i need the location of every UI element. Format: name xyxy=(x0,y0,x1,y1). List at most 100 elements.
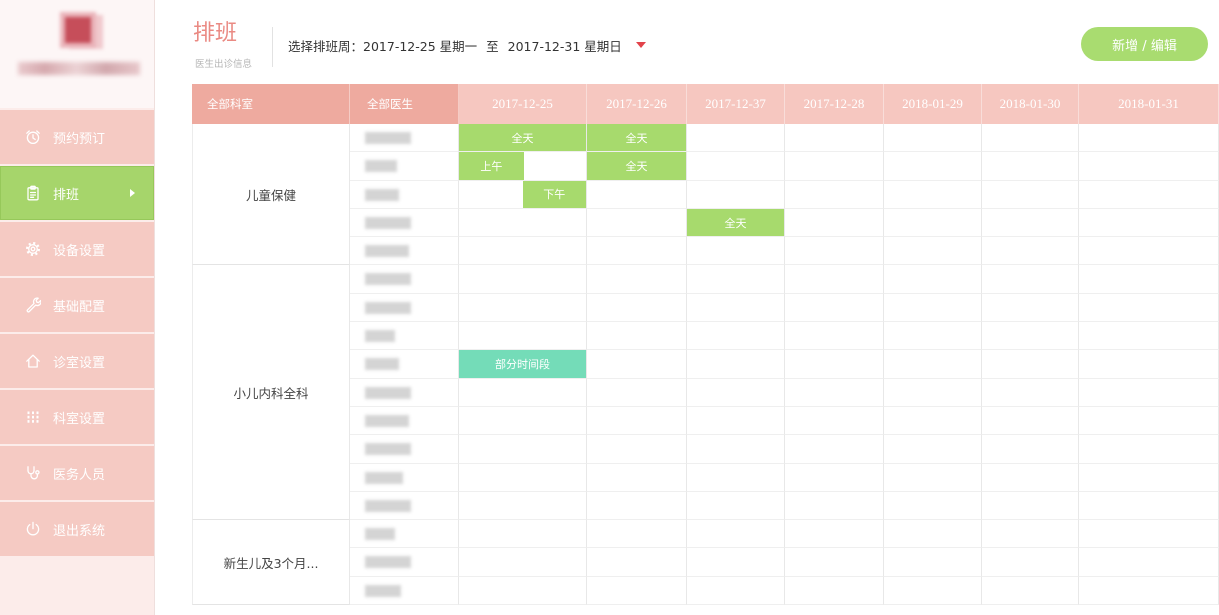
sidebar-item-logout[interactable]: 退出系统 xyxy=(0,502,154,556)
schedule-cell[interactable] xyxy=(1079,463,1219,492)
schedule-cell[interactable] xyxy=(687,406,785,436)
schedule-cell[interactable] xyxy=(884,576,982,606)
schedule-cell[interactable] xyxy=(1079,520,1219,549)
schedule-cell[interactable] xyxy=(687,322,785,351)
schedule-cell[interactable] xyxy=(459,491,587,521)
schedule-cell[interactable] xyxy=(884,237,982,266)
schedule-cell[interactable] xyxy=(687,548,785,577)
schedule-cell[interactable] xyxy=(785,152,884,181)
schedule-cell[interactable] xyxy=(687,180,785,209)
schedule-cell[interactable] xyxy=(587,463,687,492)
schedule-cell[interactable] xyxy=(687,378,785,407)
schedule-cell[interactable]: 全天 xyxy=(459,124,587,153)
schedule-cell[interactable] xyxy=(459,435,587,464)
schedule-cell[interactable]: 部分时间段 xyxy=(459,350,587,379)
schedule-cell[interactable] xyxy=(687,463,785,492)
schedule-cell[interactable] xyxy=(687,152,785,181)
schedule-cell[interactable] xyxy=(982,491,1079,521)
sidebar-item-basic-config[interactable]: 基础配置 xyxy=(0,278,154,332)
schedule-cell[interactable] xyxy=(884,293,982,323)
schedule-cell[interactable] xyxy=(1079,180,1219,209)
schedule-cell[interactable] xyxy=(1079,406,1219,436)
schedule-cell[interactable] xyxy=(459,520,587,549)
week-selector[interactable]: 选择排班周： 2017-12-25 星期一 至 2017-12-31 星期日 xyxy=(288,36,646,54)
schedule-cell[interactable] xyxy=(884,350,982,379)
dropdown-caret-icon[interactable] xyxy=(635,42,646,48)
schedule-cell[interactable] xyxy=(884,322,982,351)
sidebar-item-clinic-rooms[interactable]: 诊室设置 xyxy=(0,334,154,388)
schedule-cell[interactable] xyxy=(785,293,884,323)
schedule-cell[interactable] xyxy=(982,463,1079,492)
schedule-cell[interactable] xyxy=(1079,237,1219,266)
schedule-cell[interactable] xyxy=(982,237,1079,266)
schedule-cell[interactable] xyxy=(785,180,884,209)
schedule-cell[interactable] xyxy=(687,124,785,153)
schedule-cell[interactable] xyxy=(459,208,587,238)
add-edit-button[interactable]: 新增 / 编辑 xyxy=(1081,27,1208,61)
schedule-cell[interactable] xyxy=(587,576,687,606)
schedule-cell[interactable] xyxy=(785,208,884,238)
schedule-cell[interactable] xyxy=(785,378,884,407)
schedule-cell[interactable] xyxy=(1079,435,1219,464)
schedule-cell[interactable] xyxy=(459,548,587,577)
schedule-cell[interactable] xyxy=(587,322,687,351)
schedule-cell[interactable] xyxy=(1079,208,1219,238)
department-filter-header[interactable]: 全部科室 xyxy=(192,84,350,124)
schedule-cell[interactable] xyxy=(587,435,687,464)
shift-block[interactable]: 部分时间段 xyxy=(459,350,586,378)
schedule-cell[interactable] xyxy=(982,520,1079,549)
schedule-cell[interactable] xyxy=(884,378,982,407)
schedule-cell[interactable] xyxy=(884,208,982,238)
schedule-cell[interactable] xyxy=(982,350,1079,379)
schedule-cell[interactable] xyxy=(1079,548,1219,577)
schedule-cell[interactable] xyxy=(982,180,1079,209)
schedule-cell[interactable] xyxy=(785,463,884,492)
schedule-cell[interactable] xyxy=(687,350,785,379)
schedule-cell[interactable] xyxy=(459,406,587,436)
schedule-cell[interactable] xyxy=(587,378,687,407)
schedule-cell[interactable] xyxy=(587,293,687,323)
schedule-cell[interactable] xyxy=(982,548,1079,577)
shift-block[interactable]: 上午 xyxy=(459,152,524,180)
schedule-cell[interactable] xyxy=(459,576,587,606)
schedule-cell[interactable] xyxy=(982,293,1079,323)
schedule-cell[interactable]: 全天 xyxy=(687,208,785,238)
schedule-cell[interactable] xyxy=(785,548,884,577)
schedule-cell[interactable] xyxy=(1079,322,1219,351)
schedule-cell[interactable] xyxy=(982,322,1079,351)
shift-block[interactable]: 全天 xyxy=(459,124,586,152)
schedule-cell[interactable] xyxy=(785,265,884,294)
schedule-cell[interactable]: 下午 xyxy=(459,180,587,209)
schedule-cell[interactable] xyxy=(587,520,687,549)
schedule-cell[interactable] xyxy=(687,520,785,549)
schedule-cell[interactable] xyxy=(587,406,687,436)
schedule-cell[interactable] xyxy=(884,152,982,181)
schedule-cell[interactable] xyxy=(884,406,982,436)
schedule-cell[interactable] xyxy=(884,463,982,492)
schedule-cell[interactable] xyxy=(785,350,884,379)
schedule-cell[interactable] xyxy=(587,265,687,294)
schedule-cell[interactable] xyxy=(884,124,982,153)
schedule-cell[interactable] xyxy=(687,491,785,521)
schedule-cell[interactable] xyxy=(982,435,1079,464)
schedule-cell[interactable] xyxy=(1079,124,1219,153)
sidebar-item-medical-staff[interactable]: 医务人员 xyxy=(0,446,154,500)
schedule-cell[interactable] xyxy=(587,237,687,266)
schedule-cell[interactable] xyxy=(459,237,587,266)
schedule-cell[interactable] xyxy=(687,576,785,606)
schedule-cell[interactable] xyxy=(884,491,982,521)
schedule-cell[interactable] xyxy=(587,548,687,577)
shift-block[interactable]: 全天 xyxy=(687,208,784,237)
schedule-cell[interactable] xyxy=(785,491,884,521)
sidebar-item-scheduling[interactable]: 排班 xyxy=(0,166,154,220)
doctor-filter-header[interactable]: 全部医生 xyxy=(350,84,459,124)
schedule-cell[interactable] xyxy=(1079,350,1219,379)
schedule-cell[interactable] xyxy=(587,491,687,521)
schedule-cell[interactable] xyxy=(459,378,587,407)
schedule-cell[interactable] xyxy=(1079,293,1219,323)
schedule-cell[interactable]: 上午 xyxy=(459,152,587,181)
schedule-cell[interactable] xyxy=(982,406,1079,436)
schedule-cell[interactable] xyxy=(982,576,1079,606)
schedule-cell[interactable] xyxy=(982,378,1079,407)
schedule-cell[interactable] xyxy=(687,293,785,323)
